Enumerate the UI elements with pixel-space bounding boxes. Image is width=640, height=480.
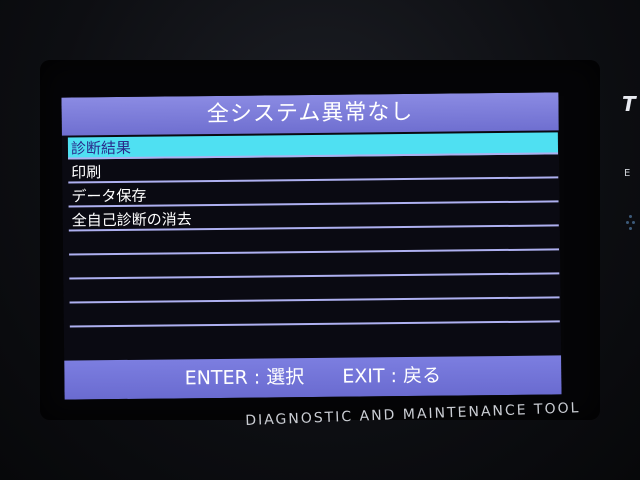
menu-item-empty [69, 300, 560, 328]
speaker-dots-icon [626, 215, 636, 245]
menu-item-save-data[interactable]: データ保存 [68, 180, 559, 208]
menu-item-empty [69, 252, 560, 280]
menu-item-clear-all-self-diagnosis[interactable]: 全自己診断の消去 [68, 204, 559, 232]
menu-item-diagnosis-results[interactable]: 診断結果 [67, 132, 559, 160]
diagnostic-device: 全システム異常なし 診断結果 印刷 データ保存 全自己診断の消去 ENTER :… [0, 0, 640, 480]
screen-title: 全システム異常なし [61, 92, 559, 136]
enter-select-hint: ENTER : 選択 [184, 366, 305, 390]
side-button-label: E [624, 168, 631, 179]
side-logo-letter: T [622, 92, 636, 116]
screen-footer: ENTER : 選択 EXIT : 戻る [64, 355, 562, 400]
menu-item-empty [69, 276, 560, 304]
device-screen: 全システム異常なし 診断結果 印刷 データ保存 全自己診断の消去 ENTER :… [61, 92, 562, 400]
menu-item-print[interactable]: 印刷 [68, 156, 559, 184]
exit-back-hint: EXIT : 戻る [342, 364, 442, 388]
menu-item-empty [68, 228, 560, 256]
menu-list: 診断結果 印刷 データ保存 全自己診断の消去 [67, 132, 560, 359]
